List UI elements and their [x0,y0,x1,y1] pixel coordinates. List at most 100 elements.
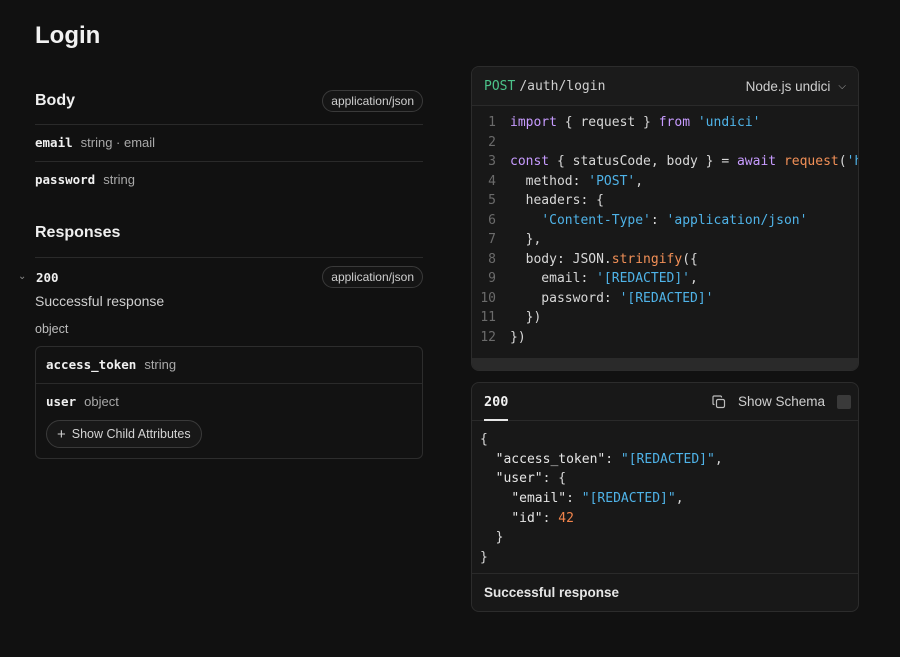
chevron-down-icon[interactable]: ⌄ [18,271,30,282]
code-token: "email" [511,491,567,507]
code-token: headers: { [510,193,604,208]
line-number: 7 [488,232,496,247]
response-tools: Show Schema [712,394,851,409]
response-json-block[interactable]: { "access_token": "[REDACTED]", "user": … [472,421,858,568]
json-line: } [480,528,858,548]
code-token: { [480,432,488,447]
code-token: : [650,212,667,228]
copy-icon[interactable] [712,394,726,409]
code-token: 'POST' [588,173,636,189]
code-token: , [675,491,684,507]
code-example-panel: POST /auth/login Node.js undici ⌵ 1 impor… [471,66,859,371]
attribute-access-token: access_token string [46,357,176,372]
line-number: 4 [488,173,496,189]
response-content-type-badge[interactable]: application/json [322,266,423,288]
attribute-type: string [144,357,177,372]
code-token: }) [510,329,526,345]
language-label: Node.js undici [745,78,831,94]
code-token: , [690,271,698,286]
body-content-type-badge[interactable]: application/json [322,90,423,112]
response-attributes: access_token string user object + Show C… [35,346,423,459]
code-token: 42 [558,510,574,526]
language-select[interactable]: Node.js undici ⌵ [746,79,846,94]
code-token: import [510,115,557,130]
line-number: 12 [480,329,496,345]
divider [35,257,423,258]
response-footer: Successful response [472,573,858,611]
code-block[interactable]: 1 import { request } from 'undici' 2 3 const… [472,106,858,358]
json-line: "access_token": "[REDACTED]", [480,450,858,470]
code-line: 1 import { request } from 'undici' [472,113,858,133]
code-line: 2 [472,133,858,153]
param-name: password [35,172,96,187]
line-number: 3 [488,154,496,169]
code-line: 3 const { statusCode, body } = await requ… [472,152,858,172]
code-token: : [566,491,582,507]
line-number: 2 [488,134,496,150]
line-number: 6 [488,212,496,228]
code-line-content: }, [510,230,542,250]
divider [35,124,423,125]
param-type: string · email [80,135,156,150]
response-type: object [35,322,69,336]
endpoint-path: /auth/login [519,78,606,94]
code-token: "[REDACTED]" [620,451,715,467]
code-line-content: 'Content-Type': 'application/json' [510,211,807,231]
code-line: 12}) [472,328,858,348]
code-line-content: body: JSON.stringify({ [510,250,698,270]
responses-section-title: Responses [35,224,121,241]
horizontal-scrollbar[interactable] [472,358,858,370]
code-line-content: method: 'POST', [510,172,643,192]
divider [35,161,423,162]
code-line: 11 }) [472,308,858,328]
code-token: '[REDACTED]' [619,290,714,306]
show-child-attributes-button[interactable]: + Show Child Attributes [46,420,202,448]
code-token: 'https://api.example.com/auth/login' [846,154,858,169]
attribute-name: user [46,394,77,409]
param-password: password string [35,172,135,187]
code-token: ({ [682,251,698,267]
attribute-user: user object [46,394,119,409]
code-token: await [736,154,777,169]
code-line-content: }) [510,308,542,328]
code-token: "id" [511,510,543,526]
endpoint: POST /auth/login [484,79,605,94]
code-token: : [542,510,559,526]
code-token: }, [510,232,542,247]
code-token: '[REDACTED]' [596,271,691,286]
code-token: , [635,173,644,189]
responses-section-header: Responses [35,224,423,242]
code-line-content: import { request } from 'undici' [510,113,760,133]
code-line-content: }) [510,328,526,348]
line-number: 5 [488,193,496,208]
code-panel-header: POST /auth/login Node.js undici ⌵ [472,67,858,106]
body-section-title: Body [35,92,75,109]
code-token: "[REDACTED]" [581,491,676,507]
code-token: email: [510,271,597,286]
code-line: 8 body: JSON.stringify({ [472,250,858,270]
show-schema-label[interactable]: Show Schema [738,394,825,409]
tab-200[interactable]: 200 [484,383,509,421]
chevron-down-icon: ⌵ [838,80,846,92]
param-email: email string · email [35,135,155,150]
code-token: password: [510,290,620,306]
show-schema-toggle[interactable] [837,394,851,409]
code-line: 6 'Content-Type': 'application/json' [472,211,858,231]
http-method: POST [484,78,516,94]
code-token: , [714,451,723,467]
attribute-type: object [84,394,119,409]
code-line-content: headers: { [510,191,604,211]
code-token: from [658,115,691,130]
response-panel-header: 200 Show Schema [472,383,858,421]
code-token: { statusCode, body } = [549,154,737,169]
json-line: { [480,430,858,450]
response-200-row[interactable]: ⌄ 200 application/json [18,266,423,288]
line-number: 9 [488,271,496,286]
json-line: "email": "[REDACTED]", [480,489,858,509]
